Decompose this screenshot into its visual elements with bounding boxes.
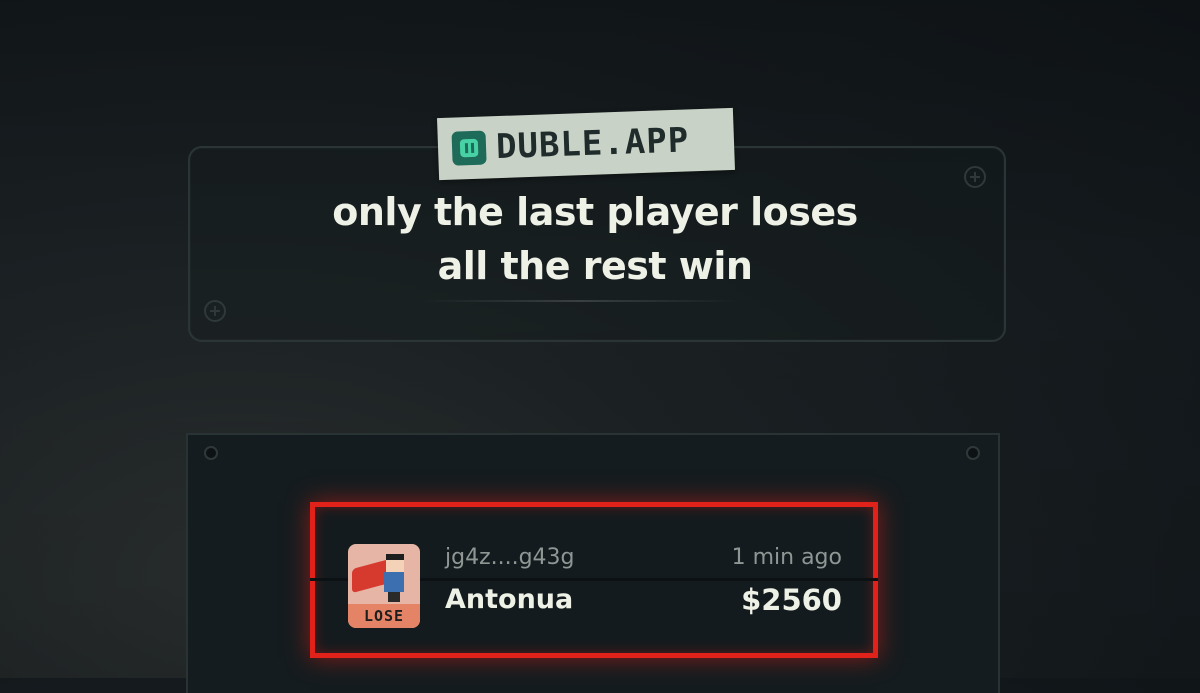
screw-icon — [964, 166, 986, 188]
logo-text: DUBLE.APP — [495, 120, 690, 168]
amount: $2560 — [741, 583, 842, 617]
player-avatar: LOSE — [348, 544, 420, 628]
screw-icon — [204, 446, 218, 460]
headline-line-1: only the last player loses — [332, 190, 858, 234]
player-name: Antonua — [445, 584, 574, 615]
headline-underline — [420, 300, 740, 302]
pause-icon — [451, 130, 487, 166]
avatar-legs — [388, 592, 400, 602]
screw-icon — [966, 446, 980, 460]
avatar-head — [386, 554, 404, 572]
screw-icon — [204, 300, 226, 322]
logo-badge: DUBLE.APP — [437, 107, 735, 181]
wallet-address: jg4z....g43g — [445, 545, 575, 570]
timestamp: 1 min ago — [731, 545, 842, 570]
lose-status-badge: LOSE — [348, 604, 420, 628]
headline-line-2: all the rest win — [437, 244, 753, 288]
avatar-body — [384, 572, 404, 592]
